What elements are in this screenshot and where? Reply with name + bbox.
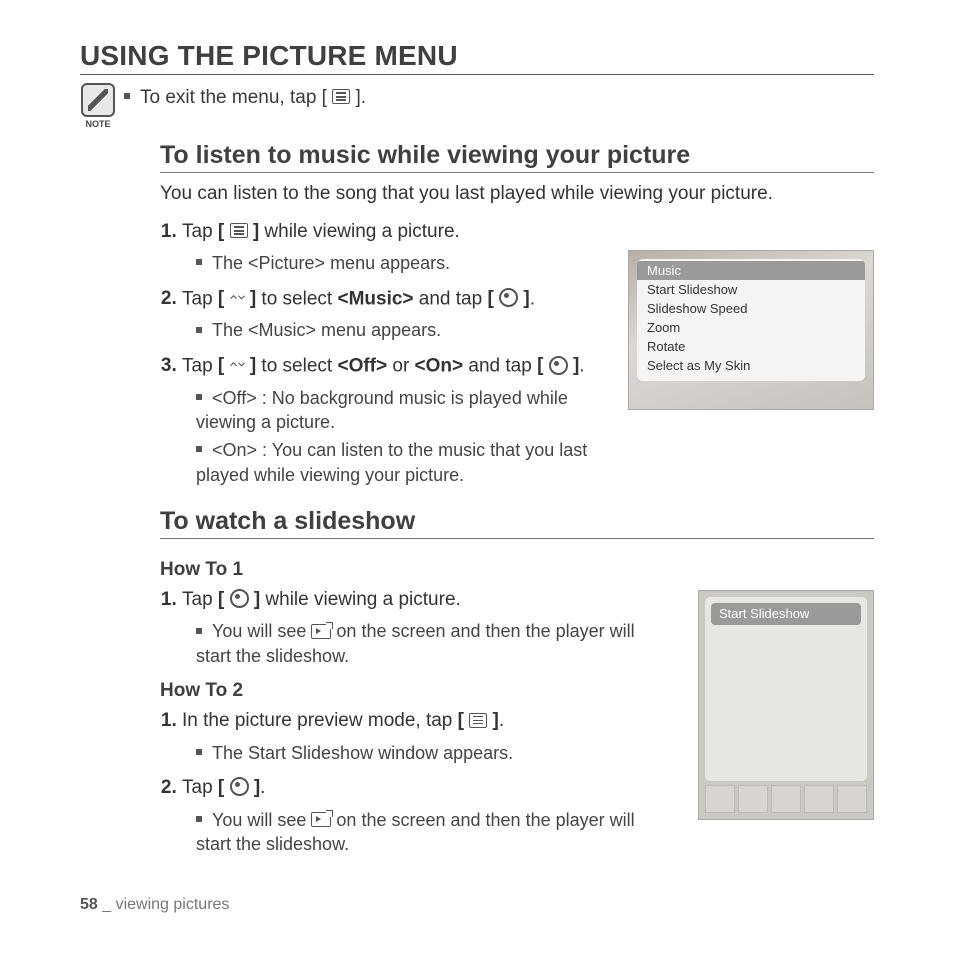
device2-screen: Start Slideshow [705,597,867,781]
thumbnail [738,785,768,813]
note-text-post: ]. [356,87,367,108]
bullet-icon [196,749,202,755]
device-screenshot-menu: Music Start Slideshow Slideshow Speed Zo… [628,250,874,410]
section2-heading: To watch a slideshow [160,507,874,539]
menu-icon [230,223,248,238]
up-down-icon [230,352,245,379]
note-icon-box: NOTE [80,83,116,129]
bullet-icon [196,628,202,634]
select-icon [230,589,249,608]
select-icon [499,288,518,307]
howto1-label: How To 1 [160,559,668,581]
note-label: NOTE [85,119,110,129]
thumbnail [705,785,735,813]
bullet-icon [124,93,130,99]
step1-sub: The <Picture> menu appears. [196,251,598,275]
section1-heading: To listen to music while viewing your pi… [160,141,874,173]
up-down-icon [230,285,245,312]
menu-item-start-slideshow[interactable]: Start Slideshow [637,280,865,299]
thumbnail [837,785,867,813]
page-title: USING THE PICTURE MENU [80,40,874,75]
menu-item-select-skin[interactable]: Select as My Skin [637,356,865,375]
menu-item-music[interactable]: Music [637,261,865,280]
bullet-icon [196,816,202,822]
howto2-step1: In the picture preview mode, tap [ ]. Th… [182,708,668,765]
picture-menu: Music Start Slideshow Slideshow Speed Zo… [637,259,865,381]
slideshow-icon [311,812,331,827]
footer-sep: _ [98,896,116,913]
howto2-sub1: The Start Slideshow window appears. [196,741,668,765]
menu-icon [332,89,350,104]
footer-chapter: viewing pictures [116,896,230,913]
note-row: NOTE To exit the menu, tap [ ]. [80,83,874,129]
step3-sub-on: <On> : You can listen to the music that … [196,438,598,487]
page-footer: 58 _ viewing pictures [80,896,874,914]
device-screenshot-slideshow: Start Slideshow [698,590,874,820]
section1-steps: Tap [ ] while viewing a picture. The <Pi… [160,219,598,487]
bullet-icon [196,259,202,265]
bullet-icon [196,446,202,452]
howto1-sub: You will see on the screen and then the … [196,619,668,668]
section1-intro: You can listen to the song that you last… [160,181,874,207]
step-3: Tap [ ] to select <Off> or <On> and tap … [182,353,598,487]
select-icon [230,777,249,796]
page-number: 58 [80,896,98,913]
step-2: Tap [ ] to select <Music> and tap [ ]. T… [182,286,598,343]
howto2-label: How To 2 [160,680,668,702]
howto1-step1: Tap [ ] while viewing a picture. You wil… [182,587,668,668]
menu-icon [469,713,487,728]
step-1: Tap [ ] while viewing a picture. The <Pi… [182,219,598,276]
step2-sub: The <Music> menu appears. [196,318,598,342]
howto2-step2: Tap [ ]. You will see on the screen and … [182,775,668,856]
thumbnail [804,785,834,813]
menu-item-zoom[interactable]: Zoom [637,318,865,337]
step3-sub-off: <Off> : No background music is played wh… [196,386,598,435]
note-text-pre: To exit the menu, tap [ [140,87,327,108]
howto2-sub2: You will see on the screen and then the … [196,808,668,857]
thumbnail [771,785,801,813]
menu-item-slideshow-speed[interactable]: Slideshow Speed [637,299,865,318]
bullet-icon [196,394,202,400]
pencil-icon [81,83,115,117]
howto2-steps: In the picture preview mode, tap [ ]. Th… [160,708,668,856]
bullet-icon [196,327,202,333]
howto1-steps: Tap [ ] while viewing a picture. You wil… [160,587,668,668]
thumbnail-strip [705,785,867,813]
slideshow-icon [311,624,331,639]
note-text: To exit the menu, tap [ ]. [124,83,874,109]
select-icon [549,356,568,375]
menu-item-rotate[interactable]: Rotate [637,337,865,356]
start-slideshow-bar[interactable]: Start Slideshow [711,603,861,625]
